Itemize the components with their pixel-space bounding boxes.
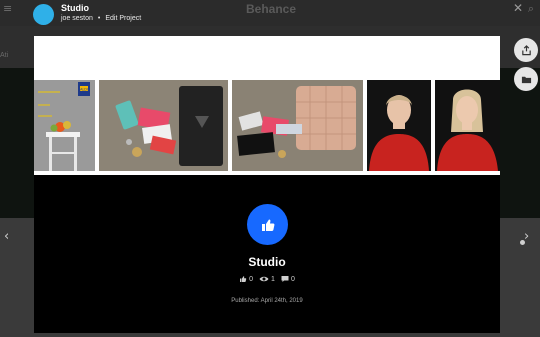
portrait-2-image (435, 80, 500, 171)
behance-logo: Behance (246, 2, 297, 16)
likes-count: 0 (249, 275, 254, 283)
share-button[interactable] (514, 38, 538, 62)
black-wallet-image (99, 80, 228, 171)
pager-dot (520, 240, 525, 245)
comments-stat: 0 (281, 275, 295, 283)
appreciations-stat: 0 (239, 275, 253, 283)
project-modal: ALDI Studio 0 1 0 Published: April 24th,… (34, 36, 500, 333)
stool-fruit-image: ALDI (34, 80, 95, 171)
thumb-wallet-black[interactable] (99, 80, 228, 171)
avatar[interactable] (33, 4, 54, 25)
portrait-1-image (367, 80, 431, 171)
background-band-text: Ati (0, 52, 9, 59)
share-icon (521, 44, 531, 55)
aldi-logo-text: ALDI (80, 88, 88, 92)
add-to-collection-button[interactable] (514, 67, 538, 91)
close-icon[interactable]: ✕ (513, 1, 523, 15)
comments-count: 0 (290, 275, 295, 283)
pink-wallet-image (232, 80, 363, 171)
project-header-subline: joe seston • Edit Project (61, 15, 141, 22)
published-date: Published: April 24th, 2019 (231, 298, 303, 304)
separator-dot: • (97, 15, 101, 22)
views-count: 1 (271, 275, 275, 283)
thumbs-up-icon (261, 219, 274, 231)
owner-link[interactable]: joe seston (61, 15, 93, 22)
project-header-title: Studio (61, 3, 89, 13)
search-icon[interactable]: ⌕ (528, 2, 534, 16)
thumb-wallet-pink[interactable] (232, 80, 363, 171)
modal-white-header (34, 36, 500, 78)
project-title: Studio (248, 255, 286, 269)
image-strip: ALDI (34, 78, 500, 175)
folder-icon (521, 76, 531, 83)
thumb-portrait-1[interactable] (367, 80, 431, 171)
views-stat: 1 (259, 275, 275, 283)
menu-icon[interactable]: ≡ (3, 2, 15, 15)
eye-icon (259, 276, 269, 282)
appreciate-button[interactable] (247, 204, 288, 245)
comment-icon (281, 276, 289, 282)
thumb-portrait-2[interactable] (435, 80, 500, 171)
edit-project-link[interactable]: Edit Project (105, 15, 141, 22)
thumb-stool-fruit[interactable]: ALDI (34, 80, 95, 171)
previous-arrow-icon[interactable]: ‹ (4, 229, 9, 244)
thumbs-up-icon (240, 276, 247, 282)
project-stats: 0 1 0 (34, 275, 500, 283)
